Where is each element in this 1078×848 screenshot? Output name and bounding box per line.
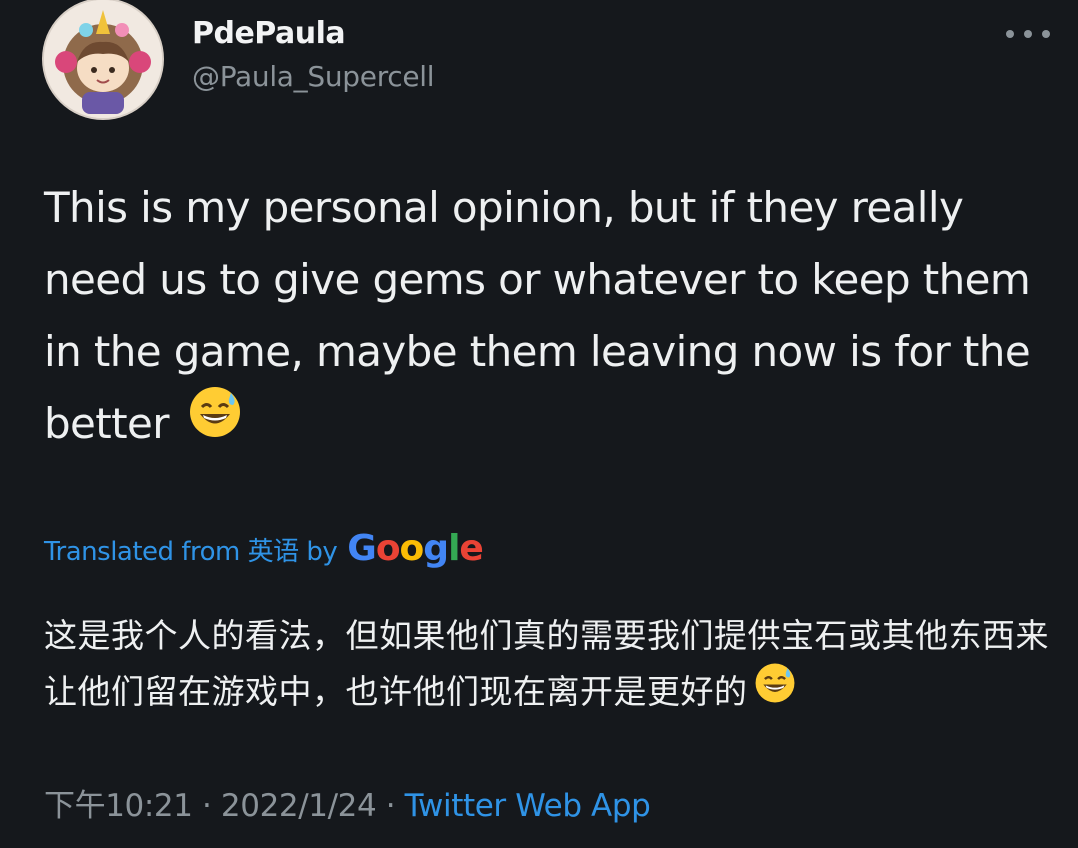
- translation-link[interactable]: Translated from 英语 by Google: [44, 528, 484, 569]
- meta-separator: ·: [192, 788, 221, 824]
- google-logo: Google: [347, 528, 484, 569]
- tweet-card: PdePaula @Paula_Supercell This is my per…: [0, 0, 1078, 848]
- more-icon: [1024, 30, 1032, 38]
- grinning-face-with-sweat-icon: [188, 385, 242, 461]
- more-icon: [1006, 30, 1014, 38]
- user-handle[interactable]: @Paula_Supercell: [192, 60, 435, 93]
- grinning-face-with-sweat-icon: [754, 662, 796, 721]
- tweet-source-link[interactable]: Twitter Web App: [405, 788, 651, 824]
- tweet-metadata: 下午10:21 · 2022/1/24 · Twitter Web App: [44, 780, 651, 825]
- translated-text: 这是我个人的看法，但如果他们真的需要我们提供宝石或其他东西来让他们留在游戏中，也…: [44, 608, 1054, 723]
- more-icon: [1042, 30, 1050, 38]
- tweet-time[interactable]: 下午10:21: [44, 788, 193, 824]
- avatar[interactable]: [44, 0, 162, 118]
- meta-separator: ·: [376, 788, 405, 824]
- tweet-date[interactable]: 2022/1/24: [221, 788, 377, 824]
- more-options-button[interactable]: [1006, 22, 1050, 46]
- translated-text-content: 这是我个人的看法，但如果他们真的需要我们提供宝石或其他东西来让他们留在游戏中，也…: [44, 616, 1049, 711]
- translation-label: Translated from 英语 by: [44, 537, 338, 567]
- tweet-text: This is my personal opinion, but if they…: [44, 172, 1054, 465]
- display-name[interactable]: PdePaula: [192, 16, 346, 51]
- avatar-illustration: [44, 0, 162, 118]
